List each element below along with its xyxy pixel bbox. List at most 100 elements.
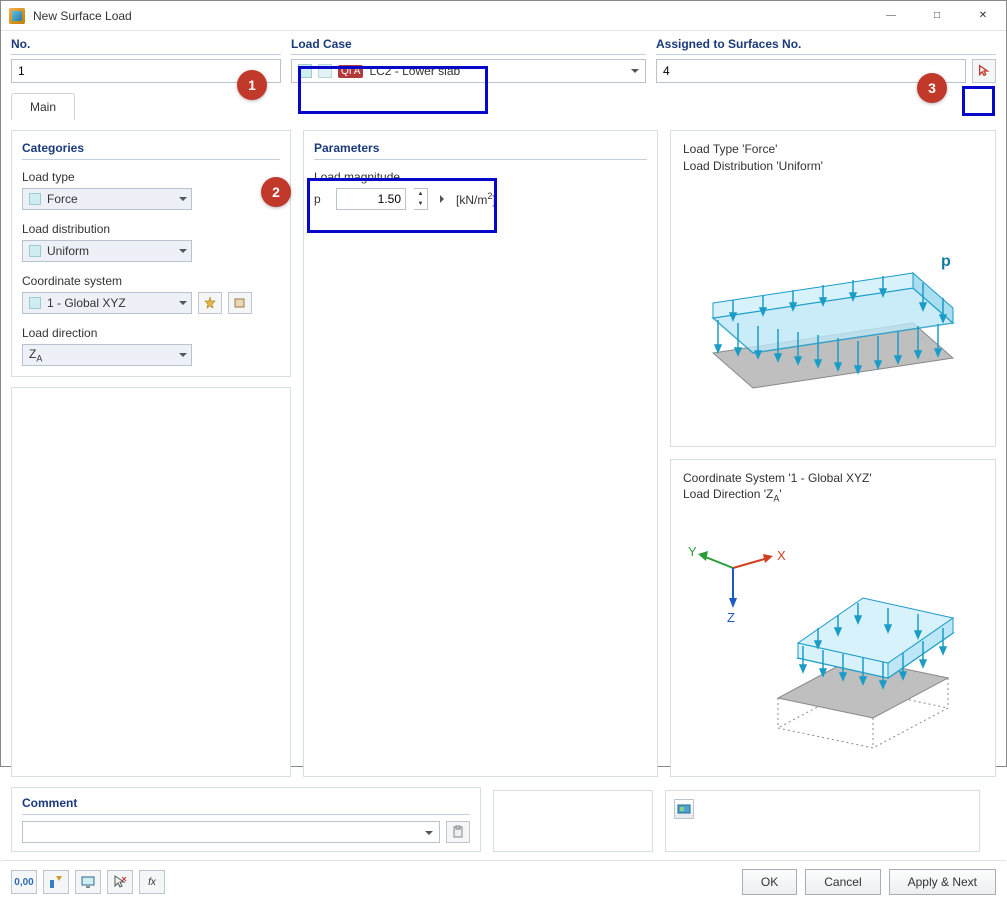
new-coord-button[interactable] [198, 292, 222, 314]
direction-label: Load direction [22, 326, 280, 340]
pick-surface-button[interactable] [972, 59, 996, 83]
box-icon [233, 296, 247, 310]
tool-preview-button[interactable] [75, 870, 101, 894]
chevron-down-icon [177, 194, 187, 204]
right-small-panel [665, 790, 980, 852]
chevron-down-icon [177, 298, 187, 308]
magnitude-spinner[interactable]: ▲ ▼ [414, 188, 428, 210]
coord-select[interactable]: 1 - Global XYZ [22, 292, 192, 314]
tool-convert-button[interactable] [43, 870, 69, 894]
load-dist-select[interactable]: Uniform [22, 240, 192, 262]
edit-coord-button[interactable] [228, 292, 252, 314]
annotation-badge-2: 2 [261, 177, 291, 207]
comment-row: Comment [1, 787, 1006, 860]
preview-load: Load Type 'Force'Load Distribution 'Unif… [670, 130, 996, 447]
parameters-title: Parameters [314, 141, 647, 160]
field-loadcase: Load Case QI A LC2 - Lower slab [291, 37, 646, 83]
bottom-bar: 0,00 fx OK Cancel Apply & Next [1, 860, 1006, 903]
no-label: No. [11, 37, 281, 55]
categories-title: Categories [22, 141, 280, 160]
comment-panel: Comment [11, 787, 481, 852]
coord-color-icon [29, 297, 41, 309]
titlebar: New Surface Load — □ ✕ [1, 1, 1006, 31]
loadcase-color2-icon [318, 64, 332, 78]
tool-units-button[interactable]: 0,00 [11, 870, 37, 894]
render-icon [677, 802, 691, 816]
direction-value: ZA [29, 347, 42, 363]
spinner-down-icon[interactable]: ▼ [414, 199, 427, 209]
p-label: p [941, 253, 951, 270]
render-mode-button[interactable] [674, 799, 694, 819]
preview-load-title: Load Type 'Force'Load Distribution 'Unif… [683, 141, 983, 175]
loadcase-tag: QI A [338, 65, 363, 78]
magnitude-input[interactable] [336, 188, 406, 210]
coord-label: Coordinate system [22, 274, 280, 288]
col-mid: Parameters Load magnitude p ▲ ▼ [kN/m2] [303, 130, 658, 777]
tab-main[interactable]: Main [11, 93, 75, 120]
minimize-button[interactable]: — [868, 1, 914, 31]
svg-text:Z: Z [727, 610, 735, 625]
magnitude-symbol: p [314, 192, 328, 206]
main-area: Categories Load type Force Load distribu… [1, 120, 1006, 787]
tool-pick-button[interactable] [107, 870, 133, 894]
loadcase-value-box: QI A LC2 - Lower slab [298, 64, 460, 78]
window-controls: — □ ✕ [868, 1, 1006, 31]
field-assigned: Assigned to Surfaces No. [656, 37, 996, 83]
load-dist-color-icon [29, 245, 41, 257]
comment-paste-button[interactable] [446, 821, 470, 843]
comment-dropdown[interactable] [22, 821, 440, 843]
spinner-up-icon[interactable]: ▲ [414, 189, 427, 199]
annotation-badge-1: 1 [237, 70, 267, 100]
annotation-badge-3: 3 [917, 73, 947, 103]
col-left: Categories Load type Force Load distribu… [11, 130, 291, 777]
mid-small-panel [493, 790, 653, 852]
preview-load-svg: p [683, 183, 983, 433]
magnitude-row: p ▲ ▼ [kN/m2] [314, 188, 647, 210]
chevron-down-icon [629, 66, 639, 76]
tool-fx-button[interactable]: fx [139, 870, 165, 894]
cursor-pick-icon [977, 64, 991, 78]
svg-text:Y: Y [688, 544, 697, 559]
svg-text:X: X [777, 548, 786, 563]
load-type-select[interactable]: Force [22, 188, 192, 210]
load-type-label: Load type [22, 170, 280, 184]
preview-direction-svg: X Y Z [683, 513, 983, 763]
direction-select[interactable]: ZA [22, 344, 192, 366]
categories-panel: Categories Load type Force Load distribu… [11, 130, 291, 377]
window-title: New Surface Load [33, 9, 868, 23]
chevron-down-icon [423, 828, 433, 838]
chevron-down-icon [177, 246, 187, 256]
parameters-panel: Parameters Load magnitude p ▲ ▼ [kN/m2] [303, 130, 658, 777]
monitor-icon [80, 874, 96, 890]
cursor-x-icon [112, 874, 128, 890]
apply-next-button[interactable]: Apply & Next [889, 869, 996, 895]
content-area: No. Load Case QI A LC2 - Lower slab Assi… [1, 31, 1006, 903]
loadcase-text: LC2 - Lower slab [369, 64, 460, 78]
load-dist-label: Load distribution [22, 222, 280, 236]
chevron-down-icon [177, 350, 187, 360]
clipboard-icon [451, 825, 465, 839]
dialog-window: New Surface Load — □ ✕ No. Load Case QI … [0, 0, 1007, 767]
tabs-row: Main [1, 89, 1006, 120]
close-button[interactable]: ✕ [960, 1, 1006, 31]
load-type-value: Force [47, 192, 78, 206]
tool-row: 0,00 fx [11, 870, 165, 894]
loadcase-label: Load Case [291, 37, 646, 55]
load-dist-value: Uniform [47, 244, 89, 258]
load-type-color-icon [29, 193, 41, 205]
convert-icon [48, 874, 64, 890]
coord-value: 1 - Global XYZ [47, 296, 126, 310]
loadcase-dropdown[interactable]: QI A LC2 - Lower slab [291, 59, 646, 83]
loadcase-color-icon [298, 64, 312, 78]
app-icon [9, 8, 25, 24]
maximize-button[interactable]: □ [914, 1, 960, 31]
left-blank-panel [11, 387, 291, 777]
ok-button[interactable]: OK [742, 869, 797, 895]
comment-title: Comment [22, 796, 470, 815]
cancel-button[interactable]: Cancel [805, 869, 880, 895]
arrow-right-icon[interactable] [440, 195, 448, 203]
top-row: No. Load Case QI A LC2 - Lower slab Assi… [1, 31, 1006, 89]
magnitude-label: Load magnitude [314, 170, 647, 184]
preview-direction: Coordinate System '1 - Global XYZ' Load … [670, 459, 996, 778]
assigned-label: Assigned to Surfaces No. [656, 37, 996, 55]
